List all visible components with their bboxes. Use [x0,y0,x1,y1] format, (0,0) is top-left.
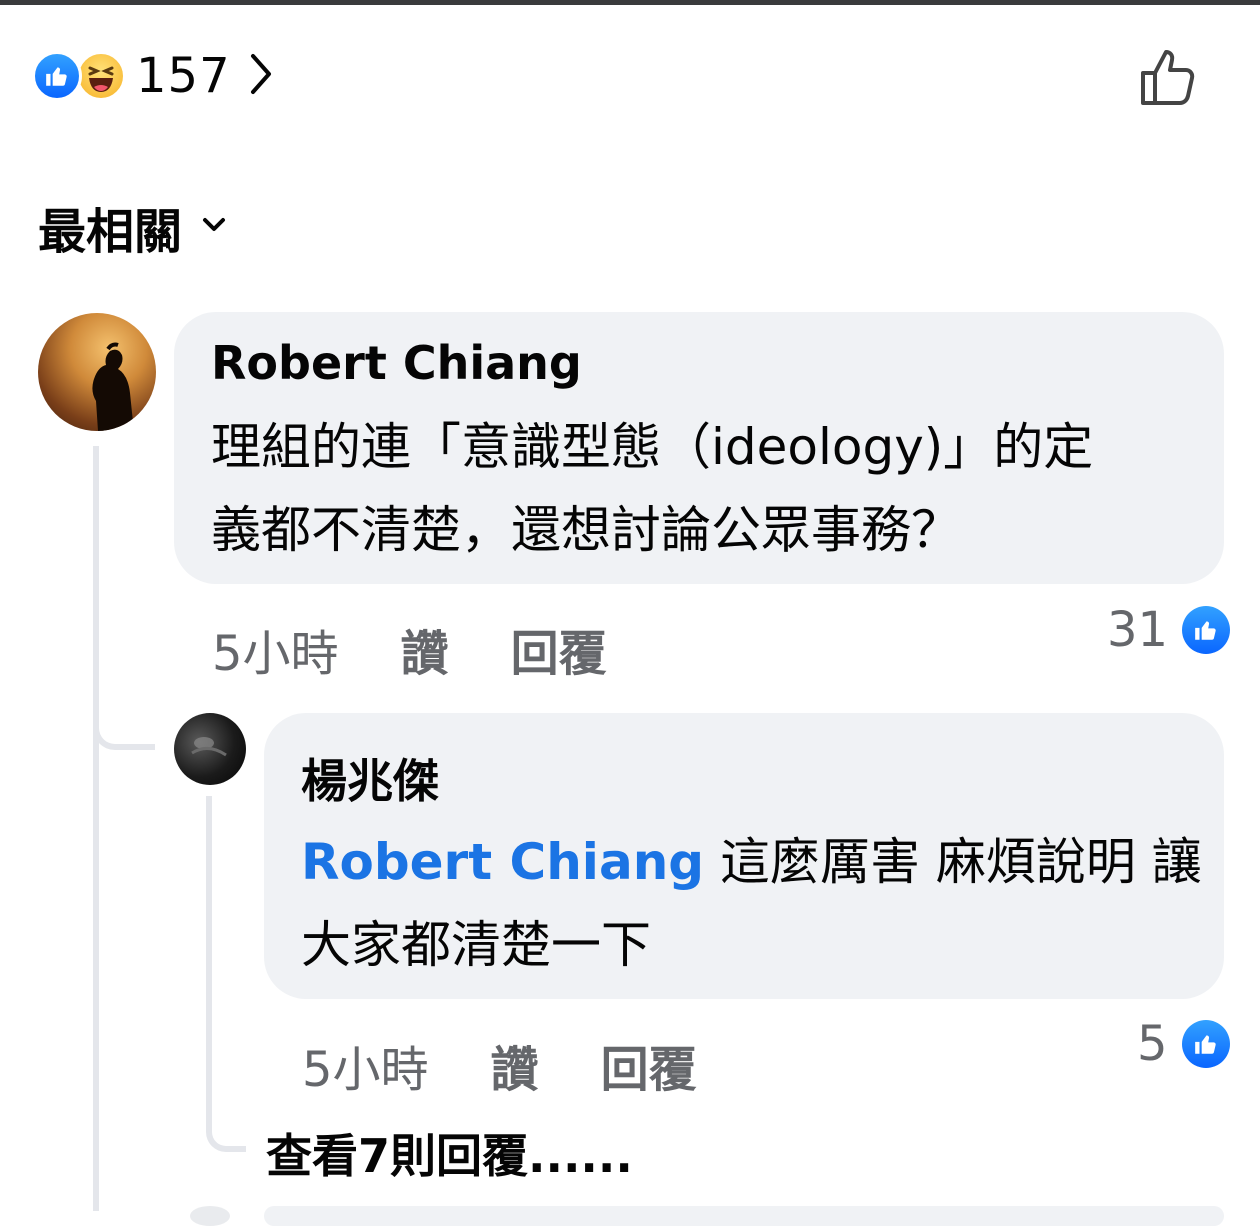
reply-like-count[interactable]: 5 [1137,1016,1230,1072]
reply-text-rest: 這麼厲害 麻煩說明 讓 [704,833,1202,891]
reaction-count: 157 [136,48,231,104]
reply-actions: 5小時 讚 回覆 [302,1030,697,1100]
reply-button[interactable]: 回覆 [601,1030,697,1100]
thread-line [93,446,99,1211]
comment-bubble[interactable]: Robert Chiang 理組的連「意識型態（ideology)」的定 義都不… [174,312,1224,584]
sort-label: 最相關 [38,204,183,260]
like-comment-button[interactable]: 讚 [401,614,449,684]
like-icon [1181,1020,1230,1068]
thumbs-up-outline-icon [1141,50,1195,105]
comment-timestamp[interactable]: 5小時 [212,614,339,684]
reply-thread-line [206,796,212,1096]
avatar-photo [191,737,227,757]
next-avatar-partial [190,1206,230,1226]
comment-text-line: 義都不清楚，還想討論公眾事務？ [211,501,961,559]
chevron-right-icon [249,52,273,100]
reaction-summary[interactable]: 157 [32,48,273,104]
like-count-value: 5 [1137,1016,1168,1072]
reply-button[interactable]: 回覆 [511,614,607,684]
chevron-down-icon [202,217,226,237]
reply-author[interactable]: 楊兆傑 [301,745,439,811]
comment-text-line: 理組的連「意識型態（ideology)」的定 [211,418,1094,476]
reply-bubble[interactable]: 楊兆傑 Robert Chiang 這麼厲害 麻煩說明 讓 大家都清楚一下 [264,713,1224,999]
haha-icon [76,51,126,101]
like-reply-button[interactable]: 讚 [491,1030,539,1100]
comment-actions: 5小時 讚 回覆 [212,614,607,684]
mention-link[interactable]: Robert Chiang [301,833,704,891]
reply-text-line: Robert Chiang 這麼厲害 麻煩說明 讓 [301,819,1202,905]
thread-connector [93,650,155,750]
like-icon [32,51,82,101]
sort-dropdown[interactable]: 最相關 [38,192,226,262]
avatar[interactable] [38,313,156,431]
view-more-replies-link[interactable]: 查看7則回覆...... [266,1120,633,1186]
avatar[interactable] [174,713,246,785]
next-bubble-partial [264,1206,1224,1226]
like-post-button[interactable] [1138,46,1200,112]
reply-text-line: 大家都清楚一下 [301,916,651,974]
avatar-silhouette [92,342,134,431]
like-icon [1182,606,1231,654]
comment-like-count[interactable]: 31 [1107,602,1231,658]
reply-thread-connector [206,1090,246,1152]
like-count-value: 31 [1107,602,1169,658]
comment-author[interactable]: Robert Chiang [211,336,582,390]
reply-timestamp[interactable]: 5小時 [302,1030,429,1100]
